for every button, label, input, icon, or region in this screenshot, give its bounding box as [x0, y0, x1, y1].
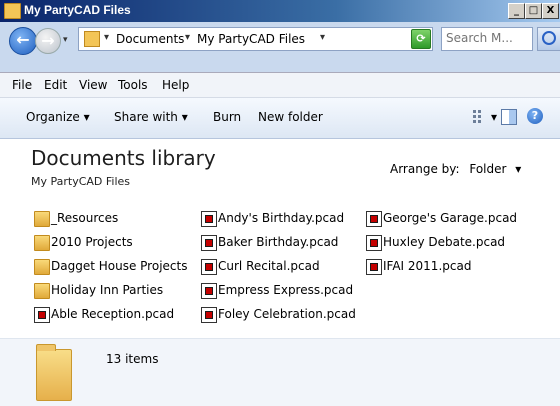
- burn-button[interactable]: Burn: [213, 110, 241, 124]
- menu-help[interactable]: Help: [162, 78, 189, 92]
- file-name: Huxley Debate.pcad: [383, 235, 506, 249]
- file-name: George's Garage.pcad: [383, 211, 518, 225]
- folder-icon: [4, 3, 21, 19]
- command-bar: Organize ▾ Share with ▾ Burn New folder …: [0, 98, 560, 139]
- folder-icon: [84, 31, 100, 47]
- folder-icon: [34, 211, 50, 227]
- view-dropdown-icon[interactable]: ▾: [491, 110, 497, 124]
- search-icon: [542, 31, 556, 45]
- arrange-value[interactable]: Folder: [469, 162, 506, 176]
- menu-file[interactable]: File: [12, 78, 32, 92]
- library-subtitle: My PartyCAD Files: [31, 175, 131, 188]
- new-folder-button[interactable]: New folder: [258, 110, 323, 124]
- search-button[interactable]: [537, 27, 560, 51]
- details-pane: [0, 339, 560, 406]
- change-view-icon[interactable]: [473, 110, 486, 123]
- preview-pane-icon[interactable]: [501, 109, 517, 125]
- pcad-file-icon: [201, 211, 217, 227]
- file-name: Able Reception.pcad: [51, 307, 175, 321]
- pcad-file-icon: [201, 307, 217, 323]
- address-bar[interactable]: ▾ Documents ▾ My PartyCAD Files ▾ ▾: [78, 27, 478, 51]
- menu-tools[interactable]: Tools: [118, 78, 148, 92]
- breadcrumb-chevron-icon[interactable]: ▾: [185, 32, 190, 43]
- share-with-label: Share with: [114, 110, 178, 124]
- close-button[interactable]: X: [542, 3, 559, 19]
- arrange-label: Arrange by:: [390, 162, 460, 176]
- back-button[interactable]: ←: [9, 27, 37, 55]
- organize-label: Organize: [26, 110, 80, 124]
- folder-icon: [34, 259, 50, 275]
- pcad-file-icon: [34, 307, 50, 323]
- pcad-file-icon: [201, 259, 217, 275]
- pcad-file-icon: [366, 211, 382, 227]
- menu-edit[interactable]: Edit: [44, 78, 67, 92]
- file-name: Baker Birthday.pcad: [218, 235, 339, 249]
- folder-icon: [34, 235, 50, 251]
- library-title: Documents library: [31, 146, 216, 170]
- file-name: Foley Celebration.pcad: [218, 307, 356, 321]
- arrange-by[interactable]: Arrange by: Folder ▾: [390, 162, 521, 176]
- right-arrow-icon: →: [41, 31, 55, 50]
- help-icon[interactable]: ?: [527, 108, 543, 124]
- item-count: 13 items: [106, 352, 159, 366]
- minimize-button[interactable]: _: [508, 3, 525, 19]
- menu-view[interactable]: View: [79, 78, 107, 92]
- menu-bar: File Edit View Tools Help: [0, 73, 560, 98]
- history-dropdown-icon[interactable]: ▾: [63, 35, 68, 45]
- pcad-file-icon: [366, 259, 382, 275]
- left-arrow-icon: ←: [16, 30, 30, 49]
- breadcrumb-documents[interactable]: Documents: [116, 32, 184, 46]
- search-box[interactable]: [441, 27, 533, 51]
- folder-large-icon: [36, 344, 72, 401]
- refresh-button[interactable]: ⟳: [411, 29, 431, 49]
- file-name: Andy's Birthday.pcad: [218, 211, 345, 225]
- search-input[interactable]: [442, 28, 530, 48]
- breadcrumb-chevron-icon[interactable]: ▾: [104, 32, 109, 43]
- file-name: IFAI 2011.pcad: [383, 259, 472, 273]
- organize-button[interactable]: Organize ▾: [26, 110, 90, 124]
- file-name: Empress Express.pcad: [218, 283, 354, 297]
- folder-icon: [34, 283, 50, 299]
- title-bar: My PartyCAD Files _ □ X: [0, 0, 560, 22]
- file-name: Holiday Inn Parties: [51, 283, 164, 297]
- file-name: Curl Recital.pcad: [218, 259, 320, 273]
- maximize-button[interactable]: □: [525, 3, 542, 19]
- file-name: Dagget House Projects: [51, 259, 188, 273]
- breadcrumb-my-partycad-files[interactable]: My PartyCAD Files: [197, 32, 305, 46]
- file-name: _Resources: [51, 211, 119, 225]
- pcad-file-icon: [366, 235, 382, 251]
- file-name: 2010 Projects: [51, 235, 133, 249]
- pcad-file-icon: [201, 283, 217, 299]
- breadcrumb-chevron-icon[interactable]: ▾: [320, 32, 325, 43]
- share-with-button[interactable]: Share with ▾: [114, 110, 188, 124]
- window-title: My PartyCAD Files: [24, 3, 131, 17]
- pcad-file-icon: [201, 235, 217, 251]
- forward-button[interactable]: →: [35, 28, 61, 54]
- arrange-dropdown-icon[interactable]: ▾: [515, 162, 521, 176]
